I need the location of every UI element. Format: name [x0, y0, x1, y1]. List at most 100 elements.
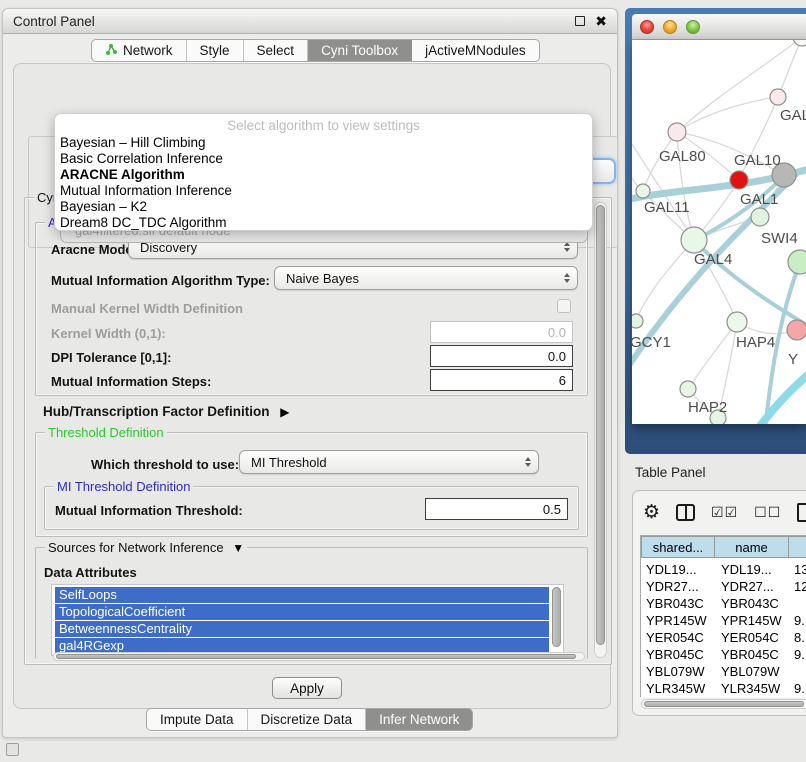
- table-cell[interactable]: YBL079W: [646, 663, 705, 680]
- table-cell[interactable]: 13: [794, 561, 806, 578]
- list-item[interactable]: BetweennessCentrality: [55, 621, 549, 637]
- column-header-name[interactable]: name: [714, 536, 789, 558]
- close-traffic-light[interactable]: [640, 20, 654, 34]
- node-gal1[interactable]: [751, 208, 769, 226]
- node-label: HAP2: [688, 399, 727, 416]
- node-gal-cut[interactable]: [770, 89, 786, 105]
- list-vertical-scrollbar[interactable]: [551, 587, 562, 653]
- tab-impute-data[interactable]: Impute Data: [147, 709, 248, 730]
- sources-group-title[interactable]: Sources for Network Inference ▼: [45, 540, 247, 555]
- list-item[interactable]: SelfLoops: [55, 587, 549, 603]
- kernel-width-field[interactable]: 0.0: [430, 321, 573, 343]
- node-hap2[interactable]: [680, 381, 696, 397]
- popup-item[interactable]: Mutual Information Inference: [55, 183, 592, 199]
- table-cell[interactable]: YBL079W: [721, 663, 780, 680]
- node-y-pink[interactable]: [787, 320, 806, 340]
- control-panel-tabbar: Network Style Select Cyni Toolbox jActiv…: [91, 39, 540, 62]
- popup-item[interactable]: Dream8 DC_TDC Algorithm: [55, 215, 592, 231]
- gear-icon[interactable]: ⚙: [643, 504, 660, 522]
- popup-item[interactable]: Bayesian – K2: [55, 199, 592, 215]
- node-label: GAL: [780, 107, 806, 124]
- sources-group: Sources for Network Inference ▼ Data Att…: [35, 547, 588, 659]
- table-cell[interactable]: YER054C: [721, 629, 779, 646]
- table-cell[interactable]: YBR045C: [721, 646, 779, 663]
- tab-infer-network[interactable]: Infer Network: [366, 709, 472, 730]
- columns-icon[interactable]: [676, 504, 695, 521]
- dpi-tolerance-field[interactable]: 0.0: [430, 345, 573, 367]
- popup-item-selected[interactable]: ARACNE Algorithm: [55, 167, 592, 183]
- network-window-titlebar: [632, 14, 806, 40]
- algorithm-combo-placeholder: Select algorithm to view settings: [55, 117, 592, 135]
- deselect-all-checks-icon[interactable]: ☐☐: [754, 504, 781, 521]
- node-gal11[interactable]: [636, 184, 650, 198]
- tab-cyni-toolbox[interactable]: Cyni Toolbox: [308, 40, 412, 61]
- table-cell[interactable]: YPR145W: [646, 612, 707, 629]
- node-red-selected[interactable]: [730, 171, 748, 189]
- tab-jactivemnodules[interactable]: jActiveMNodules: [412, 40, 539, 61]
- table-cell[interactable]: 9.: [794, 646, 805, 663]
- mi-steps-field[interactable]: 6: [430, 369, 573, 391]
- mi-threshold-group-title: MI Threshold Definition: [54, 479, 193, 494]
- table-cell[interactable]: YDR27...: [646, 578, 699, 595]
- table-cell[interactable]: YBR043C: [646, 595, 704, 612]
- node-label: Y: [788, 351, 798, 368]
- column-header-partial[interactable]: A: [788, 536, 806, 558]
- control-panel-titlebar: Control Panel ✖: [3, 9, 617, 34]
- table-cell[interactable]: 12: [794, 578, 806, 595]
- node-partial-top[interactable]: [793, 40, 806, 46]
- settings-horizontal-scrollbar[interactable]: [53, 652, 585, 661]
- table-cell[interactable]: 9.: [794, 612, 805, 629]
- table-cell[interactable]: YLR345W: [646, 680, 705, 697]
- settings-vertical-scrollbar[interactable]: [594, 202, 607, 658]
- tab-network-label: Network: [123, 43, 173, 58]
- node-hap4[interactable]: [727, 312, 747, 332]
- float-window-icon[interactable]: [575, 16, 585, 26]
- mi-threshold-field[interactable]: 0.5: [425, 498, 568, 520]
- which-threshold-combo[interactable]: MI Threshold: [239, 450, 539, 474]
- popup-item[interactable]: Bayesian – Hill Climbing: [55, 135, 592, 151]
- close-icon[interactable]: ✖: [595, 16, 607, 26]
- node-gcy1[interactable]: [632, 314, 643, 328]
- combo-arrows-icon: [564, 273, 570, 283]
- apply-button[interactable]: Apply: [272, 677, 342, 699]
- tab-style[interactable]: Style: [187, 40, 244, 61]
- popup-item[interactable]: Basic Correlation Inference: [55, 151, 592, 167]
- tab-network[interactable]: Network: [92, 40, 187, 61]
- kernel-width-label: Kernel Width (0,1):: [51, 326, 166, 341]
- table-cell[interactable]: YBR043C: [721, 595, 779, 612]
- table-cell[interactable]: YDL19...: [721, 561, 772, 578]
- export-table-icon[interactable]: [797, 503, 806, 522]
- table-cell[interactable]: YER054C: [646, 629, 704, 646]
- table-cell[interactable]: YDL19...: [646, 561, 697, 578]
- table-cell[interactable]: 8.: [794, 629, 805, 646]
- tab-select[interactable]: Select: [244, 40, 309, 61]
- mi-type-label: Mutual Information Algorithm Type:: [51, 273, 270, 288]
- tab-discretize-data[interactable]: Discretize Data: [248, 709, 367, 730]
- column-header-shared-name[interactable]: shared...: [641, 536, 715, 558]
- manual-kernel-checkbox[interactable]: [557, 299, 571, 313]
- select-all-checks-icon[interactable]: ☑☑: [711, 504, 738, 521]
- table-panel: ⚙ ☑☑ ☐☐ shared... name A YDL19... YDR27.…: [632, 490, 806, 716]
- mi-algorithm-type-combo[interactable]: Naive Bayes: [274, 266, 578, 290]
- table-cell[interactable]: YLR345W: [721, 680, 780, 697]
- network-canvas[interactable]: GAL GAL80 GAL10 GAL11 GAL1 SWI4 GAL4 GCY…: [632, 40, 806, 424]
- table-cell[interactable]: 9.: [794, 680, 805, 697]
- table-cell[interactable]: YPR145W: [721, 612, 782, 629]
- dpi-tolerance-label: DPI Tolerance [0,1]:: [51, 350, 171, 365]
- list-item[interactable]: TopologicalCoefficient: [55, 604, 549, 620]
- node-gal80[interactable]: [668, 123, 686, 141]
- node-gal4[interactable]: [681, 227, 707, 253]
- node-label: SWI4: [761, 230, 798, 247]
- mi-threshold-label: Mutual Information Threshold:: [55, 503, 243, 518]
- node-swi4-green[interactable]: [788, 250, 806, 274]
- table-horizontal-scrollbar[interactable]: [641, 699, 806, 709]
- minimize-traffic-light[interactable]: [663, 20, 677, 34]
- table-cell[interactable]: YBR045C: [646, 646, 704, 663]
- hub-definition-toggle[interactable]: Hub/Transcription Factor Definition ▶: [43, 404, 290, 419]
- combo-arrows-icon: [525, 457, 531, 467]
- table-cell[interactable]: YDR27...: [721, 578, 774, 595]
- control-panel-title: Control Panel: [13, 14, 95, 29]
- zoom-traffic-light[interactable]: [686, 20, 700, 34]
- minimized-panel-icon[interactable]: [6, 743, 19, 756]
- table-toolbar: ⚙ ☑☑ ☐☐: [643, 503, 806, 522]
